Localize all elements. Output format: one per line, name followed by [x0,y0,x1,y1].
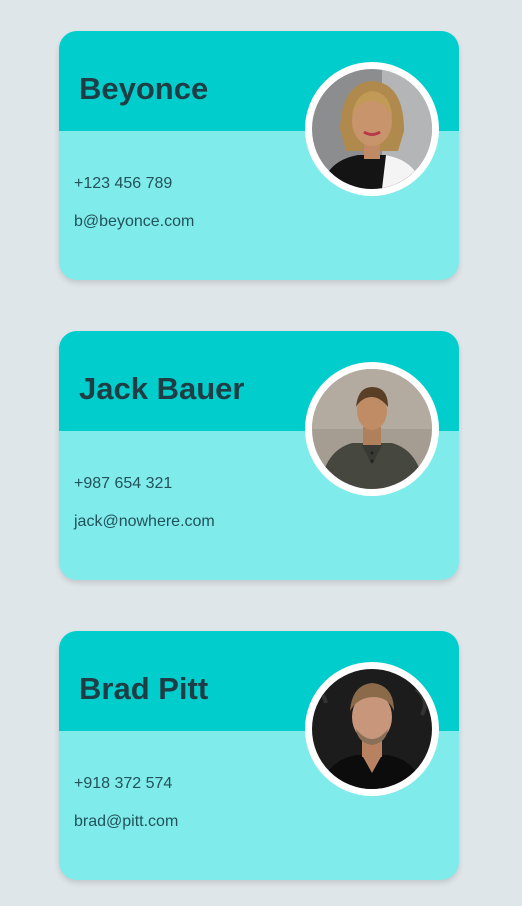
person-photo-icon [312,369,432,489]
avatar [305,62,439,196]
contact-email: jack@nowhere.com [74,513,215,530]
contact-name: Brad Pitt [79,671,209,706]
contact-card: Beyonce +123 456 789 b@beyonce.com [59,31,459,280]
contact-phone: +987 654 321 [74,475,173,492]
contact-email: brad@pitt.com [74,813,179,830]
contact-phone: +918 372 574 [74,775,173,792]
person-photo-icon [312,69,432,189]
contact-name: Jack Bauer [79,371,245,406]
contact-card: Brad Pitt +918 372 574 brad@pitt.com [59,631,459,880]
person-photo-icon [312,669,432,789]
avatar [305,662,439,796]
contact-phone: +123 456 789 [74,175,173,192]
contact-email: b@beyonce.com [74,213,195,230]
contact-card: Jack Bauer +987 654 321 jack@nowhere.com [59,331,459,580]
contact-name: Beyonce [79,71,209,106]
avatar [305,362,439,496]
